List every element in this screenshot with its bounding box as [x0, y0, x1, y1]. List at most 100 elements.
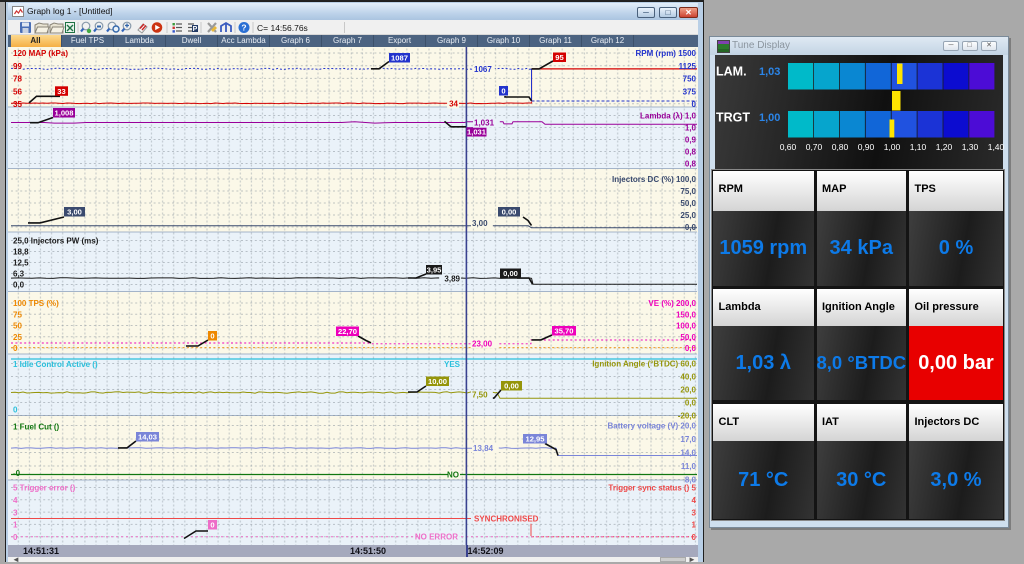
svg-text:33: 33 [57, 87, 65, 96]
svg-text:Lambda (λ) 1,0: Lambda (λ) 1,0 [640, 111, 697, 120]
svg-text:22,70: 22,70 [338, 327, 357, 336]
svg-text:34: 34 [449, 99, 458, 108]
svg-text:0: 0 [13, 405, 18, 414]
svg-text:?: ? [241, 23, 246, 33]
svg-text:25,0: 25,0 [680, 211, 696, 220]
svg-text:35,70: 35,70 [554, 326, 573, 335]
svg-text:1125: 1125 [679, 61, 697, 70]
svg-text:18,8: 18,8 [13, 247, 29, 256]
svg-text:0: 0 [692, 532, 697, 541]
svg-text:78: 78 [13, 74, 22, 83]
svg-text:1,10: 1,10 [910, 142, 927, 152]
svg-text:0,0: 0,0 [685, 223, 697, 232]
svg-text:3,00: 3,00 [472, 219, 488, 228]
svg-text:11,0: 11,0 [681, 462, 697, 471]
svg-text:0,80: 0,80 [832, 142, 849, 152]
svg-text:0,8: 0,8 [685, 159, 697, 168]
svg-text:Trigger sync status () 5: Trigger sync status () 5 [608, 483, 696, 492]
svg-text:1067: 1067 [474, 65, 492, 74]
svg-text:12,95: 12,95 [525, 434, 545, 443]
svg-text:1,008: 1,008 [54, 108, 73, 117]
svg-text:0,9: 0,9 [685, 135, 697, 144]
svg-text:1 Idle Control Active (): 1 Idle Control Active () [13, 360, 98, 369]
svg-text:1,00: 1,00 [759, 112, 780, 124]
svg-text:17,0: 17,0 [680, 435, 696, 444]
svg-text:Battery voltage (V) 20,0: Battery voltage (V) 20,0 [608, 421, 697, 430]
svg-text:100,0: 100,0 [676, 321, 697, 330]
svg-text:VE (%) 200,0: VE (%) 200,0 [648, 299, 696, 308]
svg-text:150,0: 150,0 [676, 310, 697, 319]
svg-text:25,0 Injectors PW (ms): 25,0 Injectors PW (ms) [13, 236, 99, 245]
svg-text:12,5: 12,5 [13, 258, 29, 267]
svg-text:0,8: 0,8 [685, 147, 697, 156]
svg-text:14,03: 14,03 [138, 432, 157, 441]
svg-text:4: 4 [13, 496, 18, 505]
svg-text:3: 3 [13, 508, 18, 517]
svg-text:RPM (rpm) 1500: RPM (rpm) 1500 [636, 49, 697, 58]
svg-text:100 TPS (%): 100 TPS (%) [13, 299, 59, 308]
svg-text:1,00: 1,00 [884, 142, 901, 152]
svg-text:3: 3 [692, 508, 697, 517]
svg-text:50,0: 50,0 [680, 199, 696, 208]
svg-text:0: 0 [692, 100, 697, 109]
svg-text:1,20: 1,20 [936, 142, 953, 152]
svg-text:0,60: 0,60 [780, 142, 797, 152]
svg-text:10,00: 10,00 [428, 377, 447, 386]
svg-text:0: 0 [501, 86, 505, 95]
svg-text:-20,0: -20,0 [678, 411, 697, 420]
svg-text:13,84: 13,84 [473, 444, 494, 453]
svg-text:6,3: 6,3 [13, 269, 25, 278]
svg-text:1: 1 [13, 520, 18, 529]
svg-text:0,0: 0,0 [685, 344, 697, 353]
svg-text:3,89: 3,89 [444, 274, 460, 283]
svg-text:56: 56 [13, 87, 22, 96]
svg-text:Injectors DC (%) 100,0: Injectors DC (%) 100,0 [612, 175, 697, 184]
svg-text:120 MAP (kPa): 120 MAP (kPa) [13, 49, 68, 58]
svg-text:35: 35 [13, 100, 22, 109]
svg-text:1: 1 [692, 520, 697, 529]
svg-text:-0: -0 [13, 469, 21, 478]
svg-text:750: 750 [683, 74, 697, 83]
svg-text:3,95: 3,95 [427, 265, 443, 274]
svg-text:1 Fuel Cut (): 1 Fuel Cut () [13, 422, 60, 431]
svg-text:SYNCHRONISED: SYNCHRONISED [474, 514, 539, 523]
svg-text:99: 99 [13, 61, 22, 70]
svg-text:0,00: 0,00 [503, 269, 518, 278]
svg-text:0,00: 0,00 [504, 381, 519, 390]
svg-text:50: 50 [13, 321, 22, 330]
svg-text:P: P [193, 26, 198, 33]
svg-text:YES: YES [444, 359, 461, 368]
svg-text:1,40: 1,40 [988, 142, 1005, 152]
svg-text:7,50: 7,50 [472, 390, 488, 399]
svg-text:0,0: 0,0 [13, 280, 25, 289]
svg-text:75: 75 [13, 310, 22, 319]
svg-text:1,031: 1,031 [474, 118, 495, 127]
svg-text:20,0: 20,0 [680, 385, 696, 394]
svg-text:1,30: 1,30 [962, 142, 979, 152]
svg-text:25: 25 [13, 332, 22, 341]
svg-text:TRGT: TRGT [716, 111, 750, 125]
svg-text:4: 4 [692, 496, 697, 505]
svg-text:0: 0 [210, 520, 214, 529]
svg-text:1,03: 1,03 [759, 66, 780, 78]
svg-text:50,0: 50,0 [680, 332, 696, 341]
svg-text:LAM.: LAM. [716, 65, 747, 79]
svg-text:Ignition Angle (°BTDC) 60,0: Ignition Angle (°BTDC) 60,0 [592, 359, 696, 368]
svg-text:0,90: 0,90 [858, 142, 875, 152]
svg-text:0,00: 0,00 [502, 207, 517, 216]
svg-text:NO ERROR: NO ERROR [415, 532, 458, 541]
svg-text:0: 0 [13, 532, 18, 541]
svg-text:375: 375 [683, 87, 697, 96]
svg-text:1,031: 1,031 [467, 127, 487, 136]
svg-text:40,0: 40,0 [680, 372, 696, 381]
svg-text:0: 0 [210, 331, 214, 340]
svg-text:75,0: 75,0 [680, 187, 696, 196]
svg-text:23,00: 23,00 [472, 339, 493, 348]
svg-text:NO: NO [447, 470, 459, 479]
svg-text:0,0: 0,0 [685, 398, 697, 407]
svg-text:1087: 1087 [391, 53, 408, 62]
svg-text:1,0: 1,0 [685, 123, 697, 132]
svg-text:5 Trigger error (): 5 Trigger error () [13, 483, 76, 492]
svg-text:0,70: 0,70 [806, 142, 823, 152]
svg-text:14,0: 14,0 [680, 448, 696, 457]
